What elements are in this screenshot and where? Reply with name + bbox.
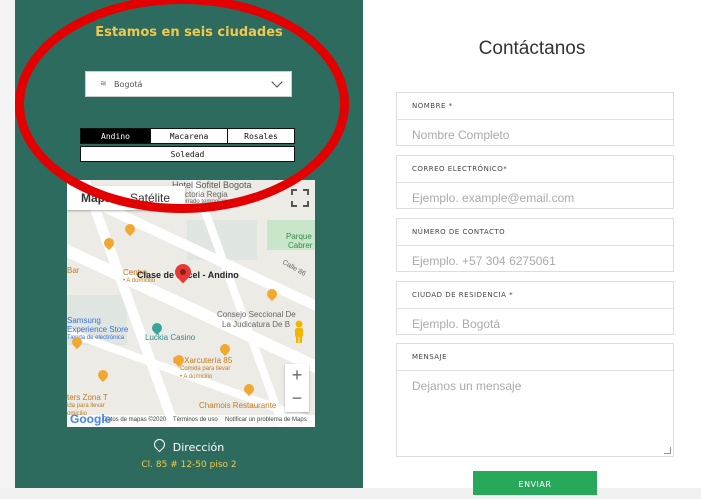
zoom-out-button[interactable]: − bbox=[285, 388, 309, 409]
field-divider bbox=[397, 308, 673, 309]
map-data-credit: Datos de mapas ©2020 bbox=[103, 417, 167, 423]
map-label-xarcuteria-sub: Comida para llevar bbox=[180, 366, 231, 372]
map-terms-link[interactable]: Términos de uso bbox=[173, 417, 218, 423]
map-label-hotel-sub: Victoria Regia bbox=[178, 190, 228, 199]
city-field[interactable]: CIUDAD DE RESIDENCIA * Ejemplo. Bogotá bbox=[396, 281, 674, 335]
city-field-placeholder: Ejemplo. Bogotá bbox=[412, 317, 501, 331]
name-field-label: NOMBRE * bbox=[412, 102, 453, 110]
map-label-calle: Calle 86 bbox=[280, 259, 307, 278]
street-view-pegman-icon[interactable] bbox=[293, 320, 305, 344]
contact-panel: Contáctanos NOMBRE * Nombre Completo COR… bbox=[363, 0, 701, 495]
restaurant-poi-icon bbox=[95, 367, 111, 383]
tab-soledad[interactable]: Soledad bbox=[80, 146, 295, 162]
email-field-label: CORREO ELECTRÓNICO* bbox=[412, 165, 508, 173]
field-divider bbox=[397, 119, 673, 120]
map-label-bar: Bar bbox=[67, 266, 80, 275]
tab-andino[interactable]: Andino bbox=[80, 128, 151, 144]
zoom-in-button[interactable]: + bbox=[285, 365, 309, 386]
cities-title: Estamos en seis ciudades bbox=[95, 25, 283, 40]
location-tabs: Andino Macarena Rosales Soledad bbox=[80, 128, 295, 164]
map-label-samsung-2: Experience Store bbox=[67, 325, 129, 334]
map-label-parque: Parque bbox=[286, 232, 312, 241]
address-value: Cl. 85 # 12-50 piso 2 bbox=[141, 460, 237, 470]
address-heading: Dirección bbox=[15, 436, 363, 454]
name-field[interactable]: NOMBRE * Nombre Completo bbox=[396, 92, 674, 146]
message-field-placeholder: Dejanos un mensaje bbox=[412, 379, 522, 393]
embedded-map[interactable]: Hotel Sofitel Bogota Victoria Regia Cerr… bbox=[67, 180, 315, 427]
field-divider bbox=[397, 245, 673, 246]
phone-field-placeholder: Ejemplo. +57 304 6275061 bbox=[412, 254, 556, 268]
send-button[interactable]: ENVIAR bbox=[473, 471, 597, 495]
cities-panel: Estamos en seis ciudades ≋ Bogotá Andino… bbox=[15, 0, 363, 488]
restaurant-poi-icon bbox=[217, 341, 233, 357]
tab-rosales[interactable]: Rosales bbox=[227, 128, 295, 144]
map-type-mapa[interactable]: Mapa bbox=[81, 191, 112, 205]
map-type-control: Mapa Satélite bbox=[67, 186, 185, 210]
email-field[interactable]: CORREO ELECTRÓNICO* Ejemplo. example@ema… bbox=[396, 155, 674, 209]
zoom-control: + − bbox=[285, 364, 309, 412]
map-label-consejo-1: Consejo Seccional De bbox=[217, 310, 296, 319]
field-divider bbox=[397, 182, 673, 183]
contact-title: Contáctanos bbox=[478, 38, 586, 59]
signal-icon: ≋ bbox=[100, 79, 107, 88]
map-pin-icon bbox=[151, 436, 168, 453]
tab-macarena[interactable]: Macarena bbox=[150, 128, 228, 144]
fullscreen-icon[interactable] bbox=[290, 188, 310, 208]
map-report-link[interactable]: Notificar un problema de Maps bbox=[225, 417, 307, 423]
page-edge bbox=[0, 0, 15, 488]
map-label-luckia: Luckia Casino bbox=[145, 333, 196, 342]
map-label-xarcuteria-dom: • A domicilio bbox=[180, 374, 213, 380]
message-field-label: MENSAJE bbox=[412, 353, 448, 361]
phone-field-label: NÚMERO DE CONTACTO bbox=[412, 228, 506, 236]
phone-field[interactable]: NÚMERO DE CONTACTO Ejemplo. +57 304 6275… bbox=[396, 218, 674, 272]
map-label-chamois: Chamois Restaurante bbox=[199, 401, 277, 410]
map-label-cabrera: Cabrer bbox=[288, 241, 313, 250]
email-field-placeholder: Ejemplo. example@email.com bbox=[412, 191, 575, 205]
resize-handle-icon[interactable] bbox=[664, 447, 671, 454]
city-field-label: CIUDAD DE RESIDENCIA * bbox=[412, 291, 514, 299]
city-select-value: Bogotá bbox=[114, 80, 143, 89]
map-label-consejo-2: La Judicatura De B bbox=[222, 320, 291, 329]
google-logo: Google bbox=[70, 412, 112, 426]
map-label-samsung-1: Samsung bbox=[67, 316, 101, 325]
message-field[interactable]: MENSAJE Dejanos un mensaje bbox=[396, 343, 674, 457]
map-label-zona-sub: ida para llevar bbox=[67, 403, 105, 409]
city-select[interactable]: ≋ Bogotá bbox=[85, 71, 292, 97]
map-label-zona-t: ters Zona T bbox=[67, 393, 108, 402]
map-label-hotel-status: Cerrado temporalmente bbox=[178, 199, 242, 205]
address-label: Dirección bbox=[172, 441, 225, 454]
chevron-down-icon bbox=[271, 76, 283, 88]
map-type-satelite[interactable]: Satélite bbox=[130, 191, 170, 205]
name-field-placeholder: Nombre Completo bbox=[412, 128, 510, 142]
field-divider bbox=[397, 370, 673, 371]
